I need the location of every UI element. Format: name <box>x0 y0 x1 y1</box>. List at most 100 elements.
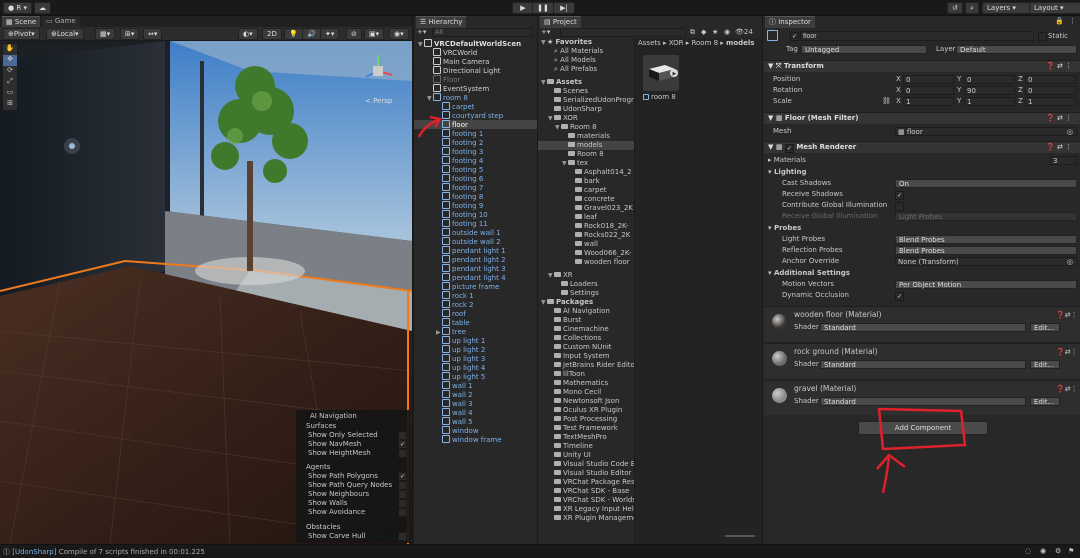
hierarchy-item[interactable]: footing 4 <box>414 156 537 165</box>
project-tree-item[interactable]: Unity UI <box>538 451 634 460</box>
reflection-probes-dropdown[interactable]: Blend Probes <box>895 246 1077 255</box>
hierarchy-item[interactable]: outside wall 1 <box>414 228 537 237</box>
hierarchy-item[interactable]: footing 9 <box>414 201 537 210</box>
hierarchy-item[interactable]: up light 3 <box>414 354 537 363</box>
project-tree-item[interactable]: carpet <box>538 186 634 195</box>
hierarchy-item[interactable]: footing 10 <box>414 210 537 219</box>
project-tree-item[interactable]: Collections <box>538 334 634 343</box>
transform-header[interactable]: ▼ ⤧ Transform ❓ ⇄ ⋮ <box>764 60 1080 72</box>
component-help-icon[interactable]: ❓ ⇄ ⋮ <box>1046 61 1072 72</box>
project-tree-item[interactable]: Post Processing <box>538 415 634 424</box>
visibility-icon[interactable]: ◉ <box>724 28 730 36</box>
project-tree-item[interactable]: materials <box>538 132 634 141</box>
project-tree-item[interactable]: ▼ tex <box>538 159 634 168</box>
project-tree-item[interactable]: Rock018_2K- <box>538 222 634 231</box>
object-name-input[interactable] <box>800 31 1034 41</box>
transform-x-field[interactable]: 1 <box>903 97 954 106</box>
project-tree-item[interactable]: SerializedUdonProgra <box>538 96 634 105</box>
play-icon[interactable]: ▶ <box>512 2 534 14</box>
component-help-icon[interactable]: ❓⇄⋮ <box>1056 347 1078 357</box>
cloud-icon[interactable]: ☁ <box>34 2 51 14</box>
hierarchy-item[interactable]: table <box>414 318 537 327</box>
project-tree-item[interactable]: wooden floor <box>538 258 634 267</box>
hierarchy-search-input[interactable] <box>432 28 533 37</box>
project-tree-item[interactable]: Wood066_2K- <box>538 249 634 258</box>
project-tree-item[interactable]: Room 8 <box>538 150 634 159</box>
nav-option-checkbox[interactable]: ✓ <box>398 440 407 449</box>
tag-dropdown[interactable]: Untagged <box>801 45 927 54</box>
hierarchy-item[interactable]: up light 1 <box>414 336 537 345</box>
rotate-tool-icon[interactable]: ⟳ <box>3 66 17 77</box>
hierarchy-item[interactable]: rock 2 <box>414 300 537 309</box>
effects-icon[interactable]: ✦▾ <box>320 28 340 40</box>
hierarchy-item[interactable]: up light 5 <box>414 372 537 381</box>
hierarchy-item[interactable]: footing 8 <box>414 192 537 201</box>
snap-increment-icon[interactable]: ⊞▾ <box>120 28 140 40</box>
hidden-objects-icon[interactable]: ⊘ <box>346 28 362 40</box>
project-tree-item[interactable]: Scenes <box>538 87 634 96</box>
breadcrumb-xor[interactable]: XOR <box>669 39 684 47</box>
project-tree-item[interactable]: XR Plugin Manageme <box>538 514 634 523</box>
project-tree-item[interactable]: AI Navigation <box>538 307 634 316</box>
move-snap-icon[interactable]: ⇔▾ <box>143 28 163 40</box>
hierarchy-item[interactable]: picture frame <box>414 282 537 291</box>
project-tree-item[interactable]: concrete <box>538 195 634 204</box>
hierarchy-item[interactable]: EventSystem <box>414 84 537 93</box>
receive-shadows-checkbox[interactable]: ✓ <box>895 191 904 200</box>
motion-vectors-dropdown[interactable]: Per Object Motion <box>895 280 1077 289</box>
transform-tool-icon[interactable]: ⊞ <box>3 99 17 110</box>
nav-option-checkbox[interactable]: ✓ <box>398 472 407 481</box>
contribute-gi-checkbox[interactable] <box>895 202 904 211</box>
nav-option-checkbox[interactable] <box>398 508 407 517</box>
project-tree-item[interactable]: ▼★ Favorites <box>538 38 634 47</box>
hierarchy-item[interactable]: ▶ tree <box>414 327 537 336</box>
tab-inspector[interactable]: ⓘ Inspector <box>765 16 815 28</box>
project-tree-item[interactable]: UdonSharp <box>538 105 634 114</box>
material-preview-icon[interactable] <box>772 314 787 329</box>
hierarchy-item[interactable]: wall 2 <box>414 390 537 399</box>
move-tool-icon[interactable]: ✥ <box>3 55 17 66</box>
project-tree-item[interactable]: JetBrains Rider Editor <box>538 361 634 370</box>
breadcrumb-models[interactable]: models <box>726 39 754 47</box>
mesh-field[interactable]: ▦ floor ◎ <box>895 127 1077 136</box>
hierarchy-item[interactable]: window frame <box>414 435 537 444</box>
project-tree-item[interactable]: Gravel023_2K <box>538 204 634 213</box>
transform-x-field[interactable]: 0 <box>903 86 954 95</box>
mode-2d-button[interactable]: 2D <box>262 28 282 40</box>
create-asset-icon[interactable]: +▾ <box>541 28 550 36</box>
layers-dropdown[interactable]: Layers ▾ <box>982 2 1032 14</box>
mesh-filter-header[interactable]: ▼ ▦ Floor (Mesh Filter) ❓ ⇄ ⋮ <box>764 112 1080 124</box>
hierarchy-item[interactable]: wall 4 <box>414 408 537 417</box>
step-icon[interactable]: ▶| <box>553 2 575 14</box>
project-tree-item[interactable]: Visual Studio Code Ed <box>538 460 634 469</box>
transform-z-field[interactable]: 0 <box>1025 75 1076 84</box>
material-preview-icon[interactable] <box>772 388 787 403</box>
debug-icon[interactable]: ⚑ <box>1068 547 1074 555</box>
progress-icon[interactable]: ◌ <box>1025 547 1031 555</box>
nav-option-checkbox[interactable] <box>398 499 407 508</box>
layout-dropdown[interactable]: Layout ▾ <box>1029 2 1080 14</box>
hierarchy-item[interactable]: pendant light 2 <box>414 255 537 264</box>
breadcrumb-room8[interactable]: Room 8 <box>691 39 718 47</box>
hierarchy-root[interactable]: ▼ VRCDefaultWorldScen <box>418 39 521 48</box>
component-help-icon[interactable]: ❓⇄⋮ <box>1056 310 1078 320</box>
active-checkbox[interactable]: ✓ <box>790 32 799 41</box>
shading-mode-icon[interactable]: ◐▾ <box>238 28 258 40</box>
shader-dropdown[interactable]: Standard <box>820 323 1026 332</box>
hierarchy-item[interactable]: outside wall 2 <box>414 237 537 246</box>
status-message[interactable]: ⓵ [UdonSharp] Compile of 7 scripts finis… <box>3 547 205 557</box>
project-tree-item[interactable]: Mono Cecil <box>538 388 634 397</box>
asset-room8-thumbnail[interactable]: ▶ <box>643 55 679 91</box>
hand-tool-icon[interactable]: ✋ <box>3 44 17 55</box>
scale-tool-icon[interactable]: ⤢ <box>3 77 17 88</box>
hierarchy-item[interactable]: footing 3 <box>414 147 537 156</box>
hierarchy-item[interactable]: wall 1 <box>414 381 537 390</box>
component-help-icon[interactable]: ❓ ⇄ ⋮ <box>1046 113 1072 124</box>
transform-y-field[interactable]: 0 <box>964 75 1015 84</box>
project-tree-item[interactable]: Cinemachine <box>538 325 634 334</box>
project-tree-item[interactable]: Burst <box>538 316 634 325</box>
project-tree-item[interactable]: Input System <box>538 352 634 361</box>
nav-option-checkbox[interactable] <box>398 481 407 490</box>
hierarchy-item[interactable]: up light 4 <box>414 363 537 372</box>
layer-dropdown[interactable]: Default <box>956 45 1077 54</box>
